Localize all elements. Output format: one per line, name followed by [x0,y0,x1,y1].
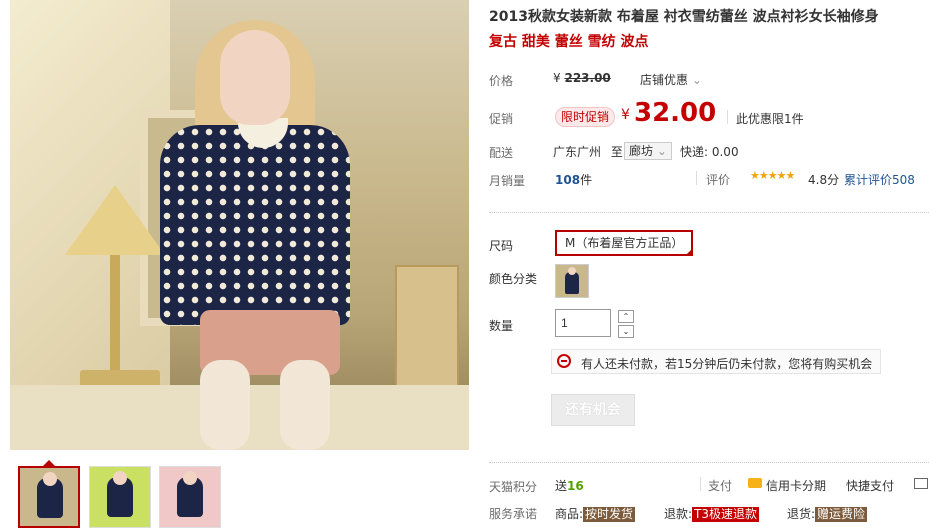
color-option-face [568,267,576,275]
destination-value: 廊坊 [629,144,654,158]
monthly-sales-label: 月销量 [489,174,526,188]
express-pay-link[interactable]: 快捷支付 [846,477,894,494]
divider [696,171,697,185]
still-chance-button[interactable]: 还有机会 [551,394,635,426]
rating-score: 4.8分 [808,173,840,187]
destination-select[interactable]: 廊坊 ⌄ [624,142,672,160]
price-label: 价格 [489,74,514,88]
promo-price: 32.00 [634,98,717,128]
ship-origin: 广东广州 [553,145,602,159]
shop-promo-label: 店铺优惠 [640,73,689,87]
color-option-thumbnail[interactable] [555,264,589,298]
service-return: 退货: 赠运费险 [787,505,868,522]
shipping-fee: 快递: 0.00 [680,145,739,159]
product-title: 2013秋款女装新款 布着屋 衬衣雪纺蕾丝 波点衬衫女长袖修身 [489,9,879,25]
star-rating-icon: ★★★★★ [750,169,795,182]
payment-label: 支付 [708,479,733,493]
thumbnail-3[interactable] [159,466,221,528]
promo-limit-note: 此优惠限1件 [736,112,804,126]
service-refund-label: 退款: [664,507,693,521]
service-refund: 退款: T3极速退款 [664,505,760,522]
minus-circle-icon [557,354,571,368]
photo-books [395,265,459,389]
quantity-increase-button[interactable]: ⌃ [618,310,634,323]
promo-badge: 限时促销 [555,107,616,127]
sales-count-unit: 件 [580,173,593,187]
photo-lampshade [65,185,165,255]
points-label: 天猫积分 [489,480,538,494]
photo-model-leg-left [200,360,250,450]
chevron-down-icon: ⌄ [691,73,702,87]
size-option-text: M（布着屋官方正品） [565,236,684,250]
points-number: 16 [567,479,584,493]
quantity-decrease-button[interactable]: ⌄ [618,325,634,338]
divider [700,477,701,491]
service-return-tag[interactable]: 赠运费险 [815,507,868,522]
original-price-currency: ¥ [553,71,561,85]
thumbnail-1[interactable] [18,466,80,528]
promo-label: 促销 [489,112,514,126]
thumbnail-2[interactable] [89,466,151,528]
section-divider [489,462,929,463]
service-goods-label: 商品: [555,507,584,521]
size-option-selected[interactable]: M（布着屋官方正品） [555,230,694,256]
ship-from: 广东广州 至 [553,143,623,160]
service-refund-tag[interactable]: T3极速退款 [692,507,760,522]
color-option-figure [565,272,579,294]
delivery-label: 配送 [489,146,514,160]
service-label: 服务承诺 [489,507,538,521]
selected-check-icon [685,248,694,256]
service-goods: 商品: 按时发货 [555,505,636,522]
review-link[interactable]: 累计评价508 [844,171,915,188]
divider [727,110,728,124]
original-price: ¥ 223.00 [553,71,611,85]
color-label: 颜色分类 [489,272,538,286]
quantity-input[interactable] [555,309,611,337]
photo-model-leg-right [280,360,330,450]
size-label: 尺码 [489,239,514,253]
shop-promo-dropdown[interactable]: 店铺优惠 ⌄ [640,71,702,88]
photo-model-shirt [160,125,350,325]
photo-model-face [220,30,290,125]
section-divider [489,212,929,213]
points-prefix: 送 [555,479,568,493]
unpaid-alert: 有人还未付款，若15分钟后仍未付款，您将有购买机会 [551,349,881,374]
credit-installment-link[interactable]: 信用卡分期 [766,477,826,494]
unpaid-alert-text: 有人还未付款，若15分钟后仍未付款，您将有购买机会 [581,357,873,371]
monthly-sales: 108件 [555,171,592,188]
promo-currency: ¥ [621,107,630,123]
quantity-label: 数量 [489,319,514,333]
service-goods-tag[interactable]: 按时发货 [583,507,636,522]
ship-to-prefix: 至 [610,145,623,159]
original-price-value: 223.00 [564,71,611,85]
rating-label: 评价 [706,173,731,187]
thumbnail-1-face [43,472,57,486]
service-return-label: 退货: [787,507,816,521]
photo-lamp-pole [110,255,120,375]
main-product-photo[interactable] [10,0,469,450]
points-value: 送16 [555,477,584,494]
credit-card-icon [748,478,762,488]
card-icon [914,478,928,489]
chevron-down-icon: ⌄ [656,144,667,158]
sales-count-value: 108 [555,173,581,187]
thumbnail-2-face [113,471,127,485]
thumbnail-3-face [183,471,197,485]
product-subtitle: 复古 甜美 蕾丝 雪纺 波点 [489,34,649,50]
